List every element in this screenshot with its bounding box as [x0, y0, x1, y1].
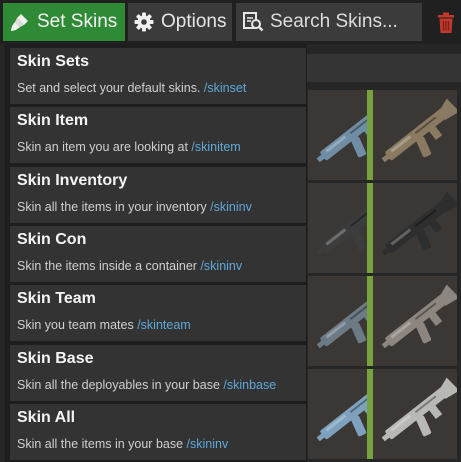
menu-item-command[interactable]: /skinitem [191, 140, 240, 154]
menu-item-description: Skin an item you are looking at /skinite… [17, 140, 241, 154]
menu-item-skin-sets[interactable]: Skin Sets Set and select your default ski… [10, 48, 306, 104]
menu-item-skin-all[interactable]: Skin All Skin all the items in your base … [10, 404, 306, 460]
menu-item-title: Skin Sets [17, 53, 90, 70]
menu-item-skin-team[interactable]: Skin Team Skin you team mates /skinteam [10, 285, 306, 341]
skins-dropdown-menu: Skin Sets Set and select your default ski… [5, 44, 307, 462]
top-toolbar: Set Skins Options Search Skins... [0, 0, 461, 44]
category-strip [290, 54, 461, 82]
menu-item-command[interactable]: /skininv [200, 259, 242, 273]
search-icon [242, 11, 264, 33]
menu-item-title: Skin Con [17, 231, 87, 248]
menu-item-description-text: Skin all the deployables in your base [17, 378, 224, 392]
set-skins-label: Set Skins [37, 11, 118, 32]
menu-item-description-text: Skin the items inside a container [17, 259, 201, 273]
skin-tile[interactable] [367, 183, 457, 273]
options-tab[interactable]: Options [128, 3, 232, 41]
rifle-skin-icon [381, 284, 457, 349]
menu-item-description: Skin all the items in your inventory /sk… [17, 200, 252, 214]
skin-tile[interactable] [367, 369, 457, 459]
gear-icon [133, 11, 155, 33]
menu-item-description: Skin all the deployables in your base /s… [17, 378, 276, 392]
search-input[interactable]: Search Skins... [236, 3, 422, 41]
set-skins-tab[interactable]: Set Skins [3, 3, 125, 41]
skins-panel: Set Skins Options Search Skins... Skin S… [0, 0, 461, 462]
rifle-skin-icon [381, 377, 457, 442]
rifle-skin-icon [381, 98, 457, 163]
menu-item-command[interactable]: /skininv [210, 200, 252, 214]
menu-item-title: Skin Team [17, 290, 96, 307]
menu-item-title: Skin Base [17, 350, 94, 367]
menu-item-title: Skin All [17, 409, 76, 426]
menu-item-description: Skin all the items in your base /skininv [17, 437, 228, 451]
menu-item-command[interactable]: /skinteam [137, 318, 191, 332]
skin-tile[interactable] [367, 276, 457, 366]
menu-item-description-text: Set and select your default skins. [17, 81, 204, 95]
search-placeholder: Search Skins... [270, 11, 398, 32]
menu-item-command[interactable]: /skinbase [223, 378, 276, 392]
menu-item-skin-item[interactable]: Skin Item Skin an item you are looking at… [10, 107, 306, 163]
skin-tile[interactable] [367, 90, 457, 180]
paintbrush-icon [9, 11, 31, 33]
trash-icon[interactable] [433, 8, 459, 38]
menu-item-description-text: Skin all the items in your base [17, 437, 187, 451]
options-label: Options [161, 11, 227, 32]
menu-item-skin-base[interactable]: Skin Base Skin all the deployables in you… [10, 345, 306, 401]
menu-item-description-text: Skin you team mates [17, 318, 138, 332]
menu-item-description: Set and select your default skins. /skin… [17, 81, 246, 95]
menu-item-title: Skin Inventory [17, 172, 128, 189]
menu-item-skin-con[interactable]: Skin Con Skin the items inside a containe… [10, 226, 306, 282]
menu-item-skin-inventory[interactable]: Skin Inventory Skin all the items in your… [10, 167, 306, 223]
menu-item-description: Skin you team mates /skinteam [17, 318, 191, 332]
menu-item-description-text: Skin all the items in your inventory [17, 200, 211, 214]
menu-item-description: Skin the items inside a container /skini… [17, 259, 242, 273]
rifle-skin-icon [381, 191, 457, 256]
menu-item-command[interactable]: /skininv [187, 437, 229, 451]
menu-item-command[interactable]: /skinset [204, 81, 246, 95]
menu-item-title: Skin Item [17, 112, 89, 129]
menu-item-description-text: Skin an item you are looking at [17, 140, 192, 154]
